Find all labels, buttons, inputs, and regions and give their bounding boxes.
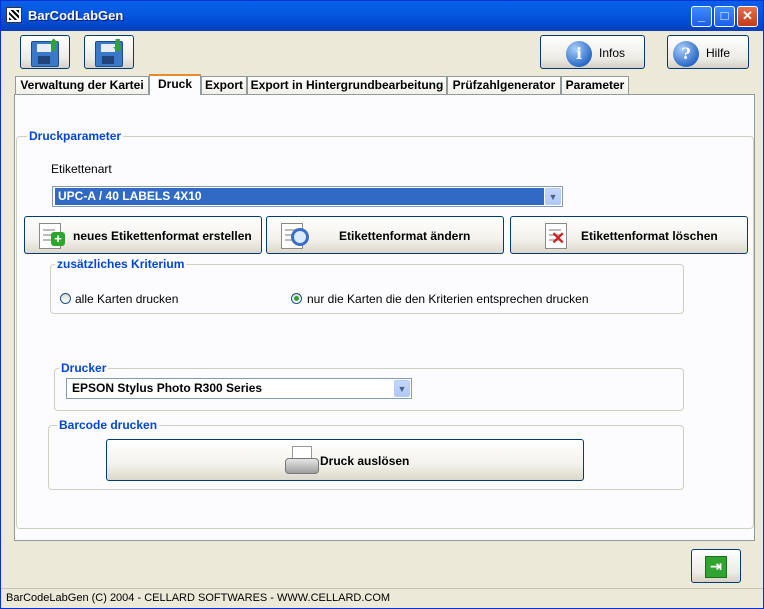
tab-export-hintergrund[interactable]: Export in Hintergrundbearbeitung <box>247 76 447 95</box>
chevron-down-icon[interactable]: ▼ <box>394 380 410 397</box>
printer-icon <box>285 446 319 476</box>
title-bar: BarCodLabGen _ □ ✕ <box>1 1 763 31</box>
radio-criteria-cards-label[interactable]: nur die Karten die den Kriterien entspre… <box>307 292 589 306</box>
radio-all-cards[interactable] <box>60 293 71 304</box>
window-title: BarCodLabGen <box>28 8 124 23</box>
edit-label-format-label: Etikettenformat ändern <box>339 229 471 243</box>
kriterium-group: zusätzliches Kriterium <box>50 257 684 314</box>
chevron-down-icon[interactable]: ▼ <box>545 188 561 205</box>
infos-button[interactable]: i Infos <box>540 35 645 69</box>
delete-label-format-label: Etikettenformat löschen <box>581 229 718 243</box>
infos-label: Infos <box>599 46 626 60</box>
load-button[interactable]: ⬆ <box>20 35 70 69</box>
tab-druck[interactable]: Druck <box>149 74 201 95</box>
kriterium-legend: zusätzliches Kriterium <box>55 257 187 271</box>
new-label-format-label: neues Etikettenformat erstellen <box>73 229 252 243</box>
barcode-app-icon <box>6 7 22 23</box>
print-button-label: Druck auslösen <box>320 454 410 468</box>
etikettenart-value: UPC-A / 40 LABELS 4X10 <box>55 188 544 205</box>
edit-label-format-button[interactable]: Etikettenformat ändern <box>266 216 504 254</box>
help-icon: ? <box>673 41 699 67</box>
main-window: BarCodLabGen _ □ ✕ ⬆ ⬇ i Infos ? Hilfe V… <box>0 0 764 609</box>
etikettenart-select[interactable]: UPC-A / 40 LABELS 4X10 ▼ <box>52 186 563 207</box>
delete-x-icon: ✕ <box>551 229 566 248</box>
exit-door-icon: ⇥ <box>705 556 727 578</box>
minimize-button[interactable]: _ <box>691 6 712 27</box>
tab-parameter[interactable]: Parameter <box>561 76 629 95</box>
drucker-legend: Drucker <box>59 361 109 375</box>
save-button[interactable]: ⬇ <box>84 35 134 69</box>
printer-select[interactable]: EPSON Stylus Photo R300 Series ▼ <box>66 378 412 399</box>
magnifier-icon <box>291 228 309 246</box>
tab-export[interactable]: Export <box>201 76 247 95</box>
exit-button[interactable]: ⇥ <box>691 549 741 583</box>
status-bar: BarCodeLabGen (C) 2004 - CELLARD SOFTWAR… <box>1 588 763 608</box>
maximize-button[interactable]: □ <box>714 6 735 27</box>
help-button[interactable]: ? Hilfe <box>667 35 749 69</box>
tab-verwaltung[interactable]: Verwaltung der Kartei <box>15 76 149 95</box>
hilfe-label: Hilfe <box>706 46 731 60</box>
arrow-down-icon: ⬇ <box>111 38 125 55</box>
print-button[interactable]: Druck auslösen <box>106 439 584 481</box>
druck-panel: Druckparameter Etikettenart UPC-A / 40 L… <box>14 94 755 541</box>
status-text: BarCodeLabGen (C) 2004 - CELLARD SOFTWAR… <box>6 592 391 604</box>
close-button[interactable]: ✕ <box>737 6 758 27</box>
radio-all-cards-label[interactable]: alle Karten drucken <box>75 292 178 306</box>
arrow-up-icon: ⬆ <box>47 38 61 55</box>
info-icon: i <box>566 41 592 67</box>
plus-icon: + <box>51 232 65 246</box>
tab-pruefzahlgenerator[interactable]: Prüfzahlgenerator <box>447 76 561 95</box>
delete-label-format-button[interactable]: ✕ Etikettenformat löschen <box>510 216 748 254</box>
radio-criteria-cards[interactable] <box>291 293 302 304</box>
druckparameter-legend: Druckparameter <box>27 129 124 143</box>
new-label-format-button[interactable]: + neues Etikettenformat erstellen <box>24 216 262 254</box>
barcode-legend: Barcode drucken <box>57 418 160 432</box>
etikettenart-label: Etikettenart <box>51 162 112 176</box>
printer-value: EPSON Stylus Photo R300 Series <box>72 381 263 395</box>
